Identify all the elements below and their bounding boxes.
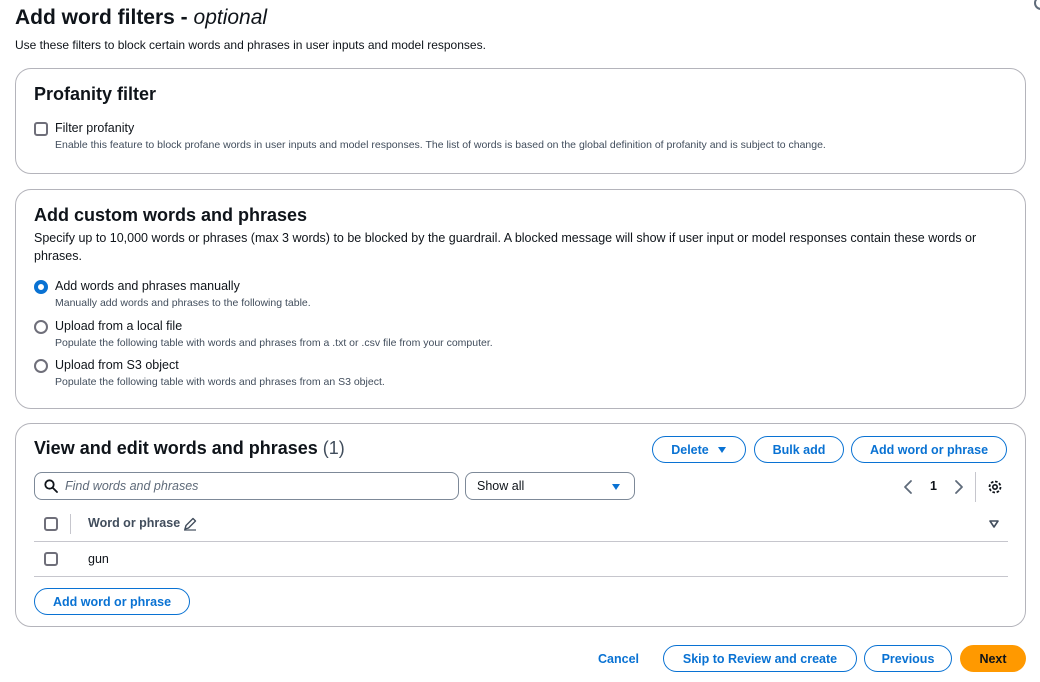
chevron-left-icon[interactable] <box>902 479 914 495</box>
table-count: (1) <box>322 438 345 458</box>
radio-manual[interactable] <box>34 280 48 294</box>
filter-select[interactable]: Show all <box>465 472 635 500</box>
custom-words-card: Add custom words and phrases Specify up … <box>15 189 1026 409</box>
edit-icon <box>184 517 197 531</box>
header-row-line <box>34 541 1008 542</box>
custom-words-title: Add custom words and phrases <box>34 205 308 225</box>
radio-s3-object-label[interactable]: Upload from S3 object <box>55 358 179 372</box>
radio-local-file-description: Populate the following table with words … <box>55 337 493 349</box>
caret-down-icon <box>717 446 726 453</box>
page-number[interactable]: 1 <box>930 479 937 493</box>
radio-manual-description: Manually add words and phrases to the fo… <box>55 297 311 309</box>
header-divider <box>70 514 71 534</box>
page-description: Use these filters to block certain words… <box>15 38 486 52</box>
filter-profanity-checkbox[interactable] <box>34 122 48 136</box>
sort-icon[interactable] <box>989 520 999 528</box>
add-word-button[interactable]: Add word or phrase <box>851 436 1007 463</box>
previous-button[interactable]: Previous <box>864 645 952 672</box>
radio-local-file-label[interactable]: Upload from a local file <box>55 319 182 333</box>
radio-s3-object[interactable] <box>34 359 48 373</box>
settings-icon[interactable] <box>987 479 1003 495</box>
delete-button-label: Delete <box>671 442 709 457</box>
radio-s3-object-description: Populate the following table with words … <box>55 376 385 388</box>
bulk-add-button[interactable]: Bulk add <box>754 436 844 463</box>
table-title-text: View and edit words and phrases <box>34 438 318 458</box>
filter-profanity-label[interactable]: Filter profanity <box>55 121 134 135</box>
add-word-bottom-button[interactable]: Add word or phrase <box>34 588 190 615</box>
help-panel-edge <box>1034 0 1040 10</box>
search-field[interactable] <box>34 472 459 500</box>
page-title-text: Add word filters - <box>15 6 188 29</box>
profanity-filter-title: Profanity filter <box>34 84 157 104</box>
cancel-button[interactable]: Cancel <box>598 652 639 666</box>
filter-profanity-description: Enable this feature to block profane wor… <box>55 139 826 151</box>
row-checkbox[interactable] <box>44 552 58 566</box>
search-input[interactable] <box>65 477 445 495</box>
filter-select-value: Show all <box>477 479 525 493</box>
custom-words-description: Specify up to 10,000 words or phrases (m… <box>34 231 977 263</box>
profanity-filter-card: Profanity filter Filter profanity Enable… <box>15 68 1026 174</box>
select-all-checkbox[interactable] <box>44 517 58 531</box>
page-title: Add word filters - optional <box>15 6 267 30</box>
next-button[interactable]: Next <box>960 645 1026 672</box>
chevron-right-icon[interactable] <box>953 479 965 495</box>
pagination-divider <box>975 472 976 502</box>
words-table-card: View and edit words and phrases (1) Dele… <box>15 423 1026 627</box>
page-title-optional: optional <box>193 6 268 29</box>
radio-local-file[interactable] <box>34 320 48 334</box>
row-word-cell[interactable]: gun <box>88 552 109 566</box>
delete-button[interactable]: Delete <box>652 436 746 463</box>
skip-review-button[interactable]: Skip to Review and create <box>663 645 857 672</box>
table-title: View and edit words and phrases (1) <box>34 438 345 459</box>
search-icon <box>44 479 58 493</box>
caret-down-icon <box>612 484 620 490</box>
radio-manual-label[interactable]: Add words and phrases manually <box>55 279 240 293</box>
column-header-word[interactable]: Word or phrase <box>88 516 180 530</box>
row-bottom-line <box>34 576 1008 577</box>
